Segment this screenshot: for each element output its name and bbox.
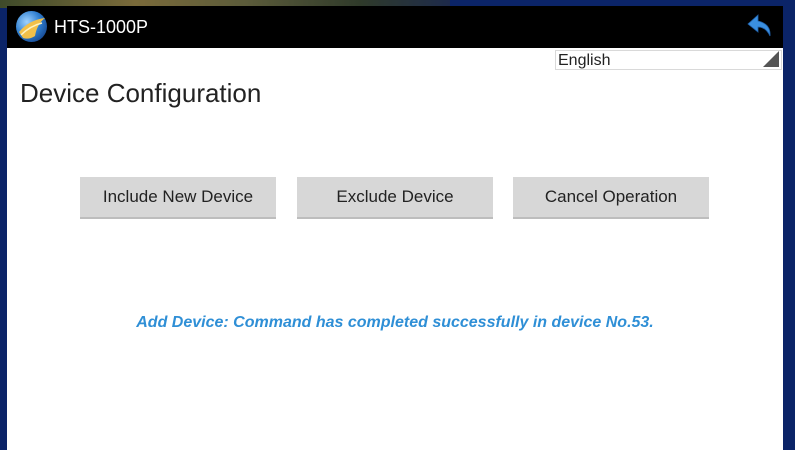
- cancel-operation-button[interactable]: Cancel Operation: [513, 177, 709, 219]
- app-window: HTS-1000P English Device Configuration I…: [7, 6, 783, 450]
- back-arrow-icon[interactable]: [745, 11, 775, 41]
- include-new-device-button[interactable]: Include New Device: [80, 177, 276, 219]
- dropdown-triangle-icon: [763, 51, 779, 67]
- exclude-device-button[interactable]: Exclude Device: [297, 177, 493, 219]
- title-bar: HTS-1000P: [7, 6, 783, 48]
- app-title: HTS-1000P: [54, 17, 149, 37]
- language-select[interactable]: English: [555, 50, 782, 70]
- language-select-value: English: [558, 52, 611, 69]
- page-title: Device Configuration: [20, 78, 262, 108]
- app-logo-icon: [15, 10, 48, 43]
- status-message: Add Device: Command has completed succes…: [136, 314, 654, 331]
